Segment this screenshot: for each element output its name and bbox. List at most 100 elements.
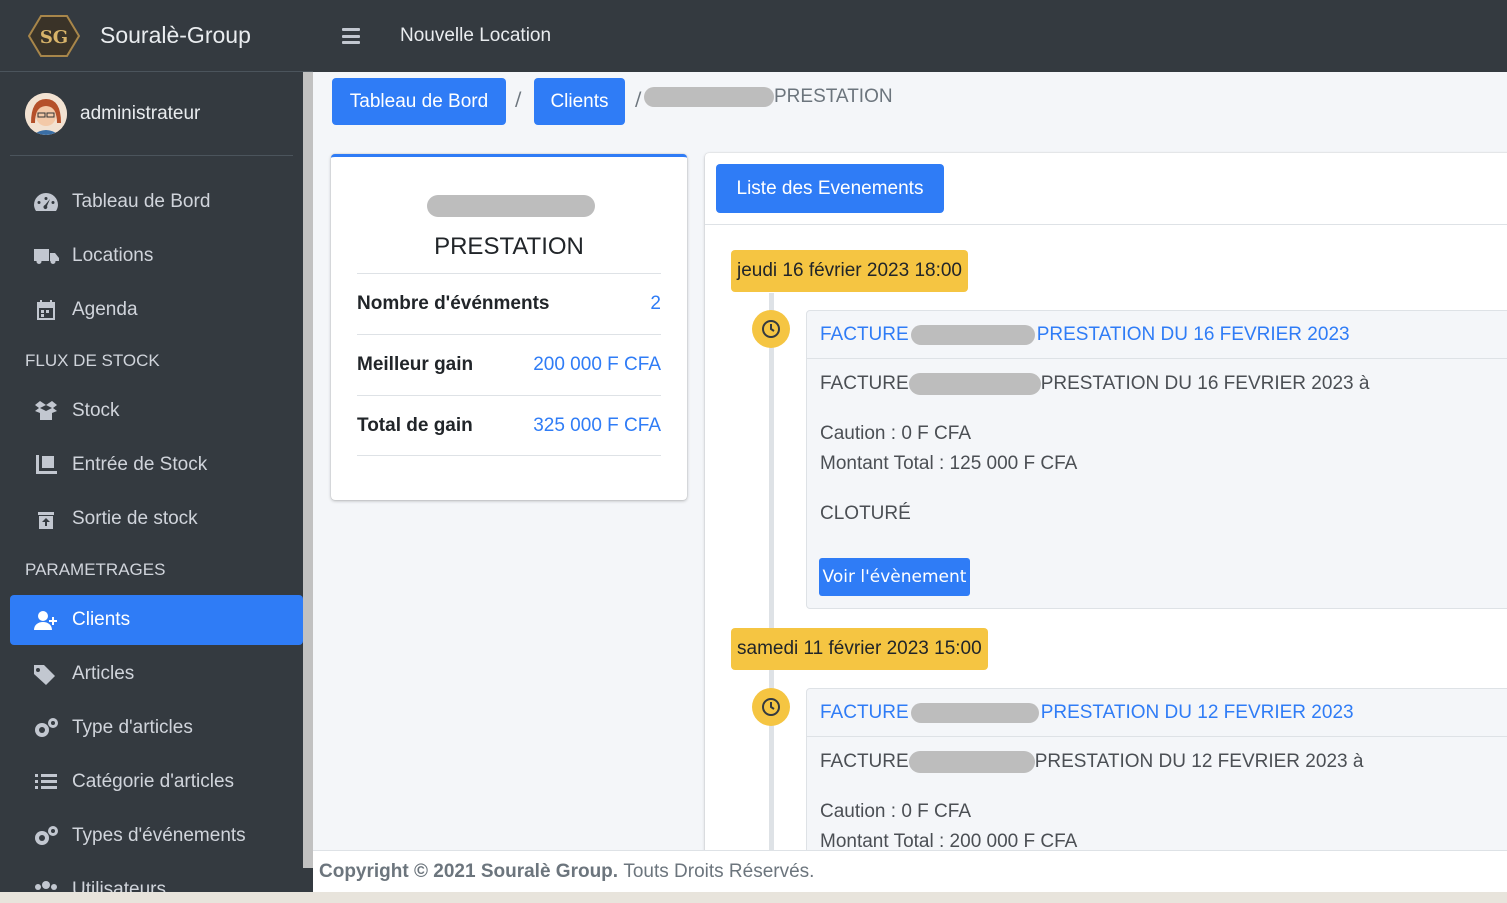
nav-header-parametrages: PARAMETRAGES (25, 560, 166, 579)
profile-row-label: Nombre d'événments (357, 293, 550, 314)
voir-evenement-button[interactable]: Voir l'évènement (819, 558, 970, 596)
timeline-item-status: CLOTURÉ (820, 503, 911, 524)
profile-row-value[interactable]: 325 000 F CFA (533, 415, 661, 437)
redacted-text (910, 702, 1039, 723)
profile-title: PRESTATION (434, 233, 584, 260)
sidebar-item-label: Types d'événements (72, 825, 246, 846)
brand-link[interactable]: SG Souralè-Group (0, 0, 313, 72)
timeline-item-title-suffix[interactable]: PRESTATION DU 16 FEVRIER 2023 (1037, 324, 1350, 346)
window-bottom-edge (0, 892, 1507, 903)
timeline-item-title-prefix[interactable]: FACTURE (820, 324, 909, 346)
user-name: administrateur (80, 102, 201, 124)
breadcrumb-separator: / (635, 88, 642, 110)
timeline-card-header: Liste des Evenements (705, 153, 1507, 225)
dolly-icon (36, 455, 57, 474)
sidebar-item-type-articles[interactable]: Type d'articles (10, 703, 303, 753)
list-icon (35, 774, 57, 789)
calendar-icon (37, 300, 55, 320)
timeline-item: FACTURE PRESTATION DU 16 FEVRIER 2023 FA… (806, 310, 1507, 609)
nav-header-flux-de-stock: FLUX DE STOCK (25, 351, 160, 370)
redacted-text (908, 373, 1041, 395)
timeline-item-title-prefix[interactable]: FACTURE (820, 702, 909, 724)
sidebar-item-stock[interactable]: Stock (10, 386, 303, 436)
timeline-item-desc: FACTURE PRESTATION DU 12 FEVRIER 2023 à (820, 751, 1363, 773)
tags-icon (34, 665, 55, 685)
timeline-item-caution: Caution : 0 F CFA (820, 801, 972, 822)
sidebar-item-clients[interactable]: Clients (10, 595, 303, 645)
cogs-icon (35, 718, 58, 737)
sidebar-item-agenda[interactable]: Agenda (10, 285, 303, 335)
truck-icon (34, 249, 59, 264)
desc-prefix: FACTURE (820, 373, 909, 394)
breadcrumb-current-label: PRESTATION (774, 86, 893, 107)
profile-row-label: Total de gain (357, 414, 473, 436)
timeline-item-title-suffix[interactable]: PRESTATION DU 12 FEVRIER 2023 (1041, 702, 1354, 724)
sidebar: SG Souralè-Group administrateur Tableau … (0, 0, 313, 903)
timeline-date-badge: jeudi 16 février 2023 18:00 (731, 250, 968, 292)
desc-prefix: FACTURE (820, 751, 909, 772)
sidebar-item-label: Type d'articles (72, 717, 193, 738)
clock-icon (752, 688, 790, 726)
profile-row-label: Meilleur gain (357, 354, 474, 375)
profile-row-best-gain: Meilleur gain 200 000 F CFA (357, 334, 661, 395)
breadcrumb-current: PRESTATION (644, 86, 893, 108)
sidebar-item-tableau-de-bord[interactable]: Tableau de Bord (10, 177, 303, 227)
sidebar-item-label: Locations (72, 245, 154, 266)
sidebar-item-sortie-de-stock[interactable]: Sortie de stock (10, 494, 303, 544)
sidebar-item-label: Stock (72, 400, 120, 421)
sidebar-item-label: Sortie de stock (72, 508, 198, 529)
sidebar-item-label: Agenda (72, 299, 138, 320)
sidebar-item-entree-de-stock[interactable]: Entrée de Stock (10, 440, 303, 490)
sidebar-item-categorie-articles[interactable]: Catégorie d'articles (10, 757, 303, 807)
timeline-item-header[interactable]: FACTURE PRESTATION DU 12 FEVRIER 2023 (807, 689, 1507, 737)
top-navbar: Nouvelle Location (313, 0, 1507, 72)
footer-rights: Touts Droits Réservés. (623, 860, 815, 882)
svg-text:SG: SG (40, 27, 68, 48)
sidebar-item-label: Entrée de Stock (72, 454, 208, 475)
sidebar-item-label: Tableau de Bord (72, 191, 211, 212)
profile-row-value[interactable]: 200 000 F CFA (533, 354, 661, 376)
footer: Copyright © 2021 Souralè Group. Touts Dr… (313, 850, 1507, 892)
timeline-item-desc: FACTURE PRESTATION DU 16 FEVRIER 2023 à (820, 373, 1369, 395)
cogs-icon (35, 826, 58, 845)
profile-row-events: Nombre d'événments 2 (357, 273, 661, 334)
breadcrumb-clients[interactable]: Clients (534, 78, 625, 125)
brand-name: Souralè-Group (100, 22, 251, 48)
user-panel[interactable]: administrateur (10, 72, 293, 156)
sidebar-item-locations[interactable]: Locations (10, 231, 303, 281)
sidebar-item-types-evenements[interactable]: Types d'événements (10, 811, 303, 861)
redacted-text (644, 87, 774, 107)
profile-row-total-gain: Total de gain 325 000 F CFA (357, 395, 661, 456)
user-avatar (25, 92, 67, 135)
timeline-item-header[interactable]: FACTURE PRESTATION DU 16 FEVRIER 2023 (807, 311, 1507, 359)
sidebar-item-label: Articles (72, 663, 135, 684)
client-profile-card: PRESTATION Nombre d'événments 2 Meilleur… (331, 154, 687, 500)
timeline-item-caution: Caution : 0 F CFA (820, 423, 972, 444)
footer-copyright: Copyright © 2021 Souralè Group. (319, 860, 619, 882)
user-plus-icon (34, 611, 57, 630)
sidebar-item-label: Catégorie d'articles (72, 771, 235, 792)
breadcrumb-separator: / (515, 88, 522, 110)
sidebar-scrollbar[interactable] (303, 72, 313, 868)
trash-box-icon (38, 512, 54, 529)
profile-row-value[interactable]: 2 (650, 293, 661, 315)
box-open-icon (35, 401, 57, 420)
redacted-text (908, 751, 1035, 773)
sidebar-item-articles[interactable]: Articles (10, 649, 303, 699)
timeline-date-badge: samedi 11 février 2023 15:00 (731, 628, 988, 670)
desc-suffix: PRESTATION DU 12 FEVRIER 2023 à (1034, 751, 1364, 772)
timeline-item: FACTURE PRESTATION DU 12 FEVRIER 2023 FA… (806, 688, 1507, 863)
menu-toggle-icon[interactable] (342, 28, 360, 44)
nouvelle-location-link[interactable]: Nouvelle Location (400, 25, 551, 47)
liste-evenements-button[interactable]: Liste des Evenements (716, 164, 944, 213)
timeline-line (769, 293, 774, 863)
timeline-item-total: Montant Total : 125 000 F CFA (820, 453, 1078, 474)
clock-icon (752, 310, 790, 348)
sidebar-item-label: Clients (72, 609, 131, 630)
tachometer-icon (34, 193, 58, 211)
events-timeline-card: Liste des Evenements jeudi 16 février 20… (705, 153, 1507, 863)
desc-suffix: PRESTATION DU 16 FEVRIER 2023 à (1040, 373, 1370, 394)
brand-logo: SG (27, 14, 81, 58)
redacted-text (910, 324, 1035, 345)
breadcrumb-tableau-de-bord[interactable]: Tableau de Bord (332, 78, 506, 125)
